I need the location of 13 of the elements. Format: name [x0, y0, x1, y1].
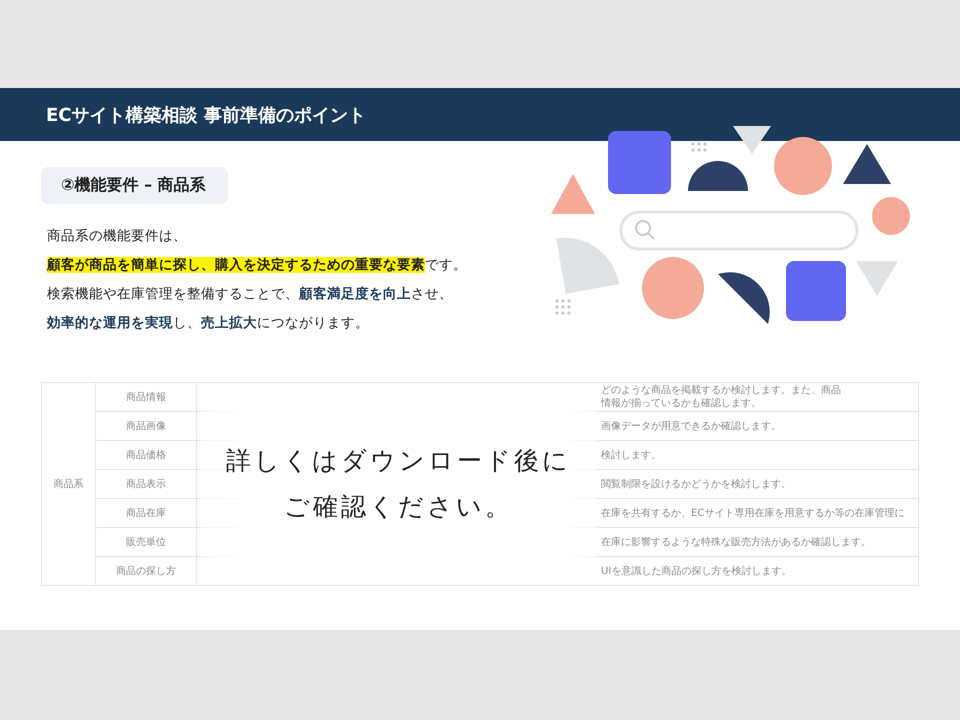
table-cell: 商品価格: [96, 440, 196, 470]
table-cell: 商品の探し方: [96, 556, 196, 586]
table-cell: 商品系: [42, 382, 96, 586]
body-text: 効率的な運用を実現 し、売上拡大につながります。: [47, 314, 370, 333]
body-text: 検索機能や在庫管理を整備することで、顧客満足度を向上させ、: [47, 285, 454, 304]
table-cell: 商品画像: [96, 412, 196, 440]
slide-title: ECサイト構築相談 事前準備のポイント: [46, 104, 366, 126]
table-cell: 商品情報: [96, 382, 196, 412]
table-cell: 販売単位: [96, 528, 196, 556]
section-label: ②機能要件 – 商品系: [41, 167, 228, 204]
table-cell: 商品表示: [96, 470, 196, 498]
table-cell: 商品在庫: [96, 498, 196, 528]
body-text: 商品系の機能要件は、: [47, 227, 188, 246]
